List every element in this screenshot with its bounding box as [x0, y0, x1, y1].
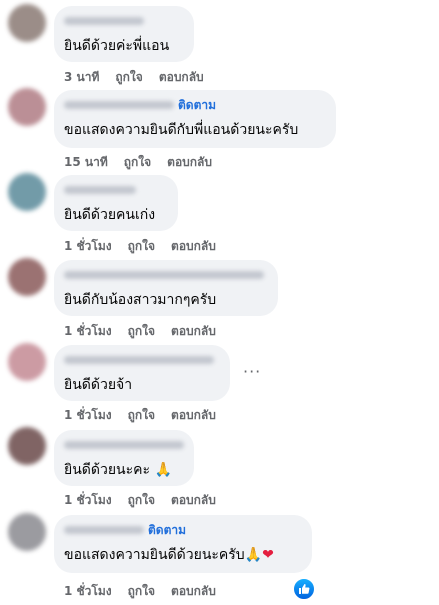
- avatar[interactable]: [8, 4, 46, 42]
- comment-bubble: ติดตาม ขอแสดงความยินดีด้วยนะครับ🙏❤: [54, 515, 312, 573]
- avatar[interactable]: [8, 343, 46, 381]
- reply-link[interactable]: ตอบกลับ: [171, 237, 216, 256]
- avatar[interactable]: [8, 513, 46, 551]
- like-link[interactable]: ถูกใจ: [115, 68, 142, 87]
- reply-link[interactable]: ตอบกลับ: [171, 491, 216, 510]
- comment-text: ยินดีด้วยนะคะ 🙏: [64, 462, 172, 478]
- reply-link[interactable]: ตอบกลับ: [171, 406, 216, 425]
- like-link[interactable]: ถูกใจ: [128, 406, 155, 425]
- timestamp[interactable]: 1 ชั่วโมง: [64, 582, 112, 601]
- timestamp[interactable]: 3 นาที: [64, 68, 99, 87]
- comment-actions: 1 ชั่วโมง ถูกใจ ตอบกลับ: [64, 237, 216, 256]
- follow-link[interactable]: ติดตาม: [148, 523, 186, 537]
- comment-actions: 1 ชั่วโมง ถูกใจ ตอบกลับ: [64, 491, 216, 510]
- timestamp[interactable]: 15 นาที: [64, 153, 108, 172]
- thumbs-up-icon[interactable]: [292, 577, 316, 601]
- timestamp[interactable]: 1 ชั่วโมง: [64, 322, 112, 341]
- comment-actions: 1 ชั่วโมง ถูกใจ ตอบกลับ: [64, 322, 216, 341]
- like-link[interactable]: ถูกใจ: [128, 582, 155, 601]
- comment-text: ยินดีด้วยจ้า: [64, 377, 133, 393]
- like-link[interactable]: ถูกใจ: [128, 322, 155, 341]
- reply-link[interactable]: ตอบกลับ: [171, 322, 216, 341]
- like-link[interactable]: ถูกใจ: [124, 153, 151, 172]
- like-link[interactable]: ถูกใจ: [128, 491, 155, 510]
- comment-bubble: ยินดีด้วยคนเก่ง: [54, 175, 178, 231]
- comment-bubble: ยินดีด้วยนะคะ 🙏: [54, 430, 194, 486]
- avatar[interactable]: [8, 173, 46, 211]
- reply-link[interactable]: ตอบกลับ: [171, 582, 216, 601]
- author-name-blurred[interactable]: [64, 17, 144, 25]
- author-name-blurred[interactable]: [64, 101, 174, 109]
- avatar[interactable]: [8, 258, 46, 296]
- comment-text: ขอแสดงความยินดีด้วยนะครับ🙏❤: [64, 546, 274, 564]
- comment-text: ยินดีด้วยคนเก่ง: [64, 207, 156, 223]
- comment-text-content: ขอแสดงความยินดีด้วยนะครับ🙏: [64, 547, 263, 563]
- author-name-blurred[interactable]: [64, 441, 184, 449]
- comment-actions: 1 ชั่วโมง ถูกใจ ตอบกลับ: [64, 406, 216, 425]
- author-name-blurred[interactable]: [64, 356, 214, 364]
- like-link[interactable]: ถูกใจ: [128, 237, 155, 256]
- author-name-blurred[interactable]: [64, 271, 264, 279]
- timestamp[interactable]: 1 ชั่วโมง: [64, 237, 112, 256]
- comment-bubble: ยินดีด้วยค่ะพี่แอน: [54, 6, 194, 62]
- comment-bubble: ยินดีกับน้องสาวมากๆครับ: [54, 260, 278, 316]
- comment-text: ขอแสดงความยินดีกับพี่แอนด้วยนะครับ: [64, 122, 299, 138]
- timestamp[interactable]: 1 ชั่วโมง: [64, 491, 112, 510]
- reply-link[interactable]: ตอบกลับ: [167, 153, 212, 172]
- comment-text: ยินดีด้วยค่ะพี่แอน: [64, 38, 170, 54]
- comment-actions: 3 นาที ถูกใจ ตอบกลับ: [64, 68, 204, 87]
- reply-link[interactable]: ตอบกลับ: [159, 68, 204, 87]
- more-options-icon[interactable]: ···: [243, 362, 261, 381]
- follow-link[interactable]: ติดตาม: [178, 98, 216, 112]
- thumbs-up-glyph: [299, 584, 310, 594]
- comment-bubble: ยินดีด้วยจ้า: [54, 345, 230, 401]
- author-name-blurred[interactable]: [64, 526, 144, 534]
- timestamp[interactable]: 1 ชั่วโมง: [64, 406, 112, 425]
- comment-text: ยินดีกับน้องสาวมากๆครับ: [64, 292, 217, 308]
- avatar[interactable]: [8, 88, 46, 126]
- avatar[interactable]: [8, 427, 46, 465]
- comment-actions: 1 ชั่วโมง ถูกใจ ตอบกลับ: [64, 582, 216, 601]
- heart-emoji: ❤: [262, 547, 274, 563]
- author-name-blurred[interactable]: [64, 186, 136, 194]
- comment-bubble: ติดตาม ขอแสดงความยินดีกับพี่แอนด้วยนะครั…: [54, 90, 336, 148]
- comment-actions: 15 นาที ถูกใจ ตอบกลับ: [64, 153, 212, 172]
